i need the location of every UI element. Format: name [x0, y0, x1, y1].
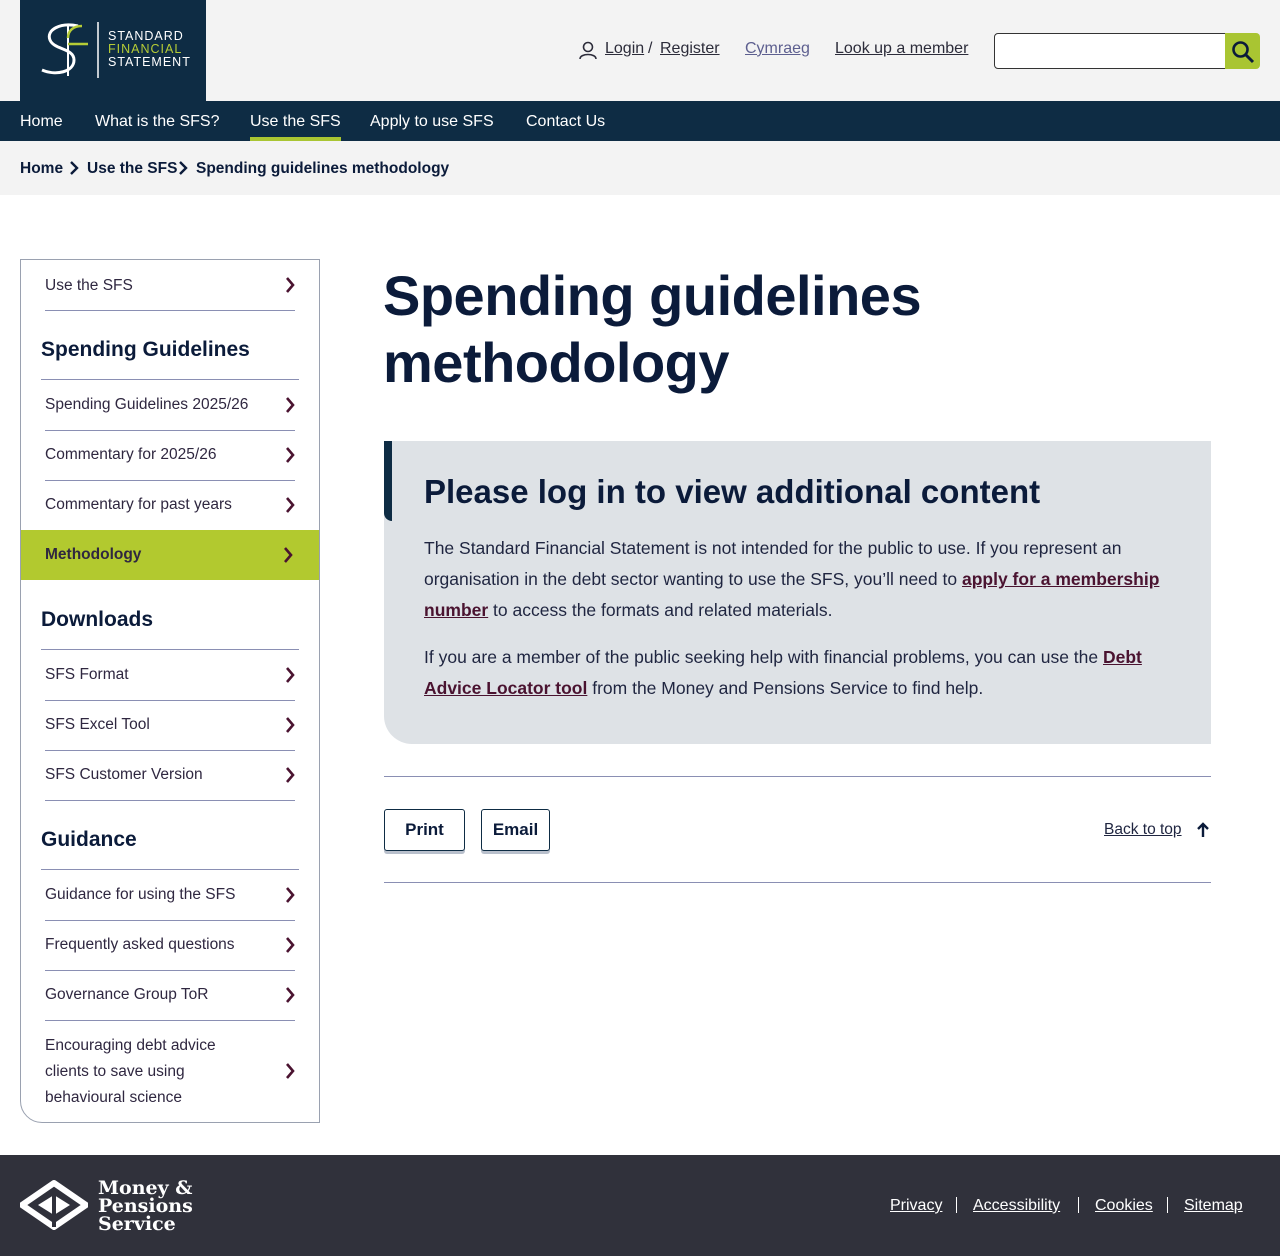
footer-divider [1078, 1197, 1079, 1213]
footer-link-privacy[interactable]: Privacy [890, 1197, 942, 1215]
nav-use-the-sfs[interactable]: Use the SFS [250, 113, 341, 141]
sidebar-item-methodology[interactable]: Methodology [21, 530, 319, 580]
print-button[interactable]: Print [384, 809, 465, 851]
footer-link-cookies[interactable]: Cookies [1095, 1197, 1153, 1215]
chevron-right-icon [284, 547, 293, 563]
arrow-up-icon [1197, 822, 1209, 837]
breadcrumb-current: Spending guidelines methodology [196, 160, 450, 177]
sidebar-item-label: Governance Group ToR [45, 986, 209, 1003]
sidebar-item-label: Commentary for past years [45, 496, 232, 513]
money-pensions-service-logo-icon [20, 1180, 88, 1230]
chevron-right-icon [286, 887, 295, 903]
footer-logo-text[interactable]: Money & Pensions Service [98, 1179, 193, 1235]
footer-link-accessibility[interactable]: Accessibility [973, 1197, 1060, 1215]
user-icon [579, 41, 597, 60]
sidebar-nav: Use the SFS Spending Guidelines Spending… [20, 259, 320, 1123]
sidebar-item-sfs-format[interactable]: SFS Format [45, 650, 295, 701]
sidebar-item-label: SFS Customer Version [45, 766, 203, 783]
notice-paragraph-2: If you are a member of the public seekin… [424, 642, 1184, 704]
nav-contact[interactable]: Contact Us [526, 113, 605, 131]
sidebar-item-label: Commentary for 2025/26 [45, 446, 217, 463]
nav-what-is-sfs[interactable]: What is the SFS? [95, 113, 220, 131]
notice-text: to access the formats and related materi… [488, 600, 833, 620]
sidebar-item-use-the-sfs[interactable]: Use the SFS [45, 260, 295, 311]
chevron-right-icon [286, 447, 295, 463]
search-button[interactable] [1225, 33, 1260, 69]
sidebar-item-label: Encouraging debt advice clients to save … [45, 1037, 216, 1106]
chevron-right-icon [286, 767, 295, 783]
chevron-right-icon [286, 667, 295, 683]
login-notice-panel: Please log in to view additional content… [384, 441, 1211, 744]
notice-text: If you are a member of the public seekin… [424, 647, 1103, 667]
sidebar-heading-guidance: Guidance [41, 828, 299, 870]
sidebar-item-sfs-excel-tool[interactable]: SFS Excel Tool [45, 701, 295, 751]
notice-title: Please log in to view additional content [424, 473, 1041, 510]
back-to-top-link[interactable]: Back to top [1104, 821, 1182, 839]
logo-text-statement: STATEMENT [108, 55, 191, 69]
sidebar-heading-downloads: Downloads [41, 608, 299, 650]
chevron-right-icon [286, 277, 295, 293]
sfs-monogram-icon [41, 22, 99, 78]
sidebar-item-governance-group-tor[interactable]: Governance Group ToR [45, 971, 295, 1021]
chevron-right-icon [286, 937, 295, 953]
nav-home[interactable]: Home [20, 113, 63, 131]
divider [384, 776, 1211, 777]
search-icon [1232, 41, 1255, 64]
sidebar-item-commentary-past-years[interactable]: Commentary for past years [45, 481, 295, 531]
lookup-member-link[interactable]: Look up a member [835, 40, 968, 58]
chevron-right-icon [70, 161, 79, 175]
chevron-right-icon [286, 497, 295, 513]
footer-divider [1167, 1197, 1168, 1213]
footer-divider [956, 1197, 957, 1213]
sidebar-item-guidance-using-sfs[interactable]: Guidance for using the SFS [45, 870, 295, 921]
chevron-right-icon [286, 397, 295, 413]
sidebar-item-faq[interactable]: Frequently asked questions [45, 921, 295, 971]
sidebar-item-commentary-2025-26[interactable]: Commentary for 2025/26 [45, 431, 295, 481]
breadcrumb-use-the-sfs[interactable]: Use the SFS [87, 160, 177, 178]
main-navigation: Home What is the SFS? Use the SFS Apply … [0, 101, 1280, 141]
chevron-right-icon [286, 1063, 295, 1079]
page-title: Spending guidelines methodology [383, 264, 922, 394]
breadcrumb: Home Use the SFS Spending guidelines met… [0, 141, 1280, 195]
chevron-right-icon [286, 987, 295, 1003]
language-welsh-link[interactable]: Cymraeg [745, 40, 810, 58]
register-link[interactable]: Register [660, 40, 720, 58]
login-register-separator: / [648, 40, 653, 57]
site-header: STANDARD FINANCIAL STATEMENT Login / Reg… [0, 0, 1280, 101]
sidebar-item-label: SFS Format [45, 666, 129, 683]
sidebar-heading-spending-guidelines: Spending Guidelines [41, 338, 299, 380]
sidebar-item-spending-guidelines-2025-26[interactable]: Spending Guidelines 2025/26 [45, 380, 295, 431]
sidebar-item-label: Frequently asked questions [45, 936, 235, 953]
sidebar-item-label: Guidance for using the SFS [45, 886, 236, 903]
sfs-logo[interactable]: STANDARD FINANCIAL STATEMENT [20, 0, 206, 101]
chevron-right-icon [179, 161, 188, 175]
divider [384, 882, 1211, 883]
footer-logo-line: Service [98, 1213, 176, 1235]
breadcrumb-home[interactable]: Home [20, 160, 63, 178]
login-link[interactable]: Login [605, 40, 644, 58]
chevron-right-icon [286, 717, 295, 733]
site-footer: Money & Pensions Service Privacy Accessi… [0, 1155, 1280, 1256]
sidebar-item-label: Spending Guidelines 2025/26 [45, 396, 249, 413]
sidebar-item-encouraging-debt-advice[interactable]: Encouraging debt advice clients to save … [45, 1021, 295, 1111]
nav-apply[interactable]: Apply to use SFS [370, 113, 494, 131]
notice-text: from the Money and Pensions Service to f… [587, 678, 984, 698]
sidebar-item-label: Methodology [45, 546, 142, 563]
sidebar-item-label: Use the SFS [45, 277, 133, 294]
notice-accent-bar [384, 441, 392, 521]
sidebar-item-label: SFS Excel Tool [45, 716, 150, 733]
sidebar-item-sfs-customer-version[interactable]: SFS Customer Version [45, 751, 295, 801]
email-button[interactable]: Email [481, 809, 550, 851]
notice-paragraph-1: The Standard Financial Statement is not … [424, 533, 1184, 626]
footer-link-sitemap[interactable]: Sitemap [1184, 1197, 1243, 1215]
search-input[interactable] [994, 33, 1226, 69]
